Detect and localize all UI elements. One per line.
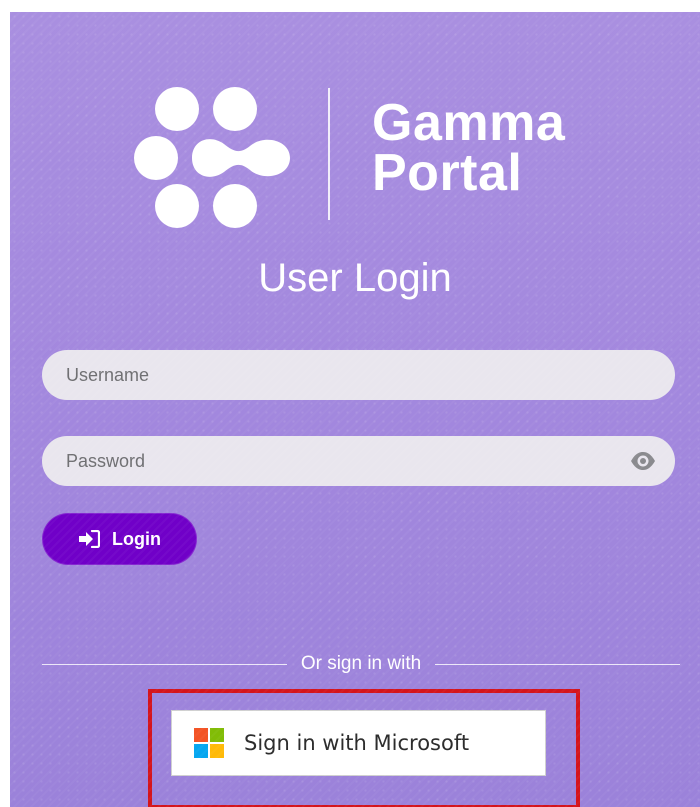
microsoft-button-label: Sign in with Microsoft bbox=[244, 731, 470, 755]
eye-icon[interactable] bbox=[629, 449, 657, 473]
brand-name: Gamma Portal bbox=[372, 94, 566, 202]
logo-divider bbox=[328, 88, 330, 220]
username-input[interactable] bbox=[64, 363, 615, 387]
sign-in-divider: Or sign in with bbox=[42, 653, 680, 675]
page-title: User Login bbox=[258, 256, 452, 300]
divider-text: Or sign in with bbox=[300, 653, 422, 674]
sign-in-icon bbox=[79, 530, 100, 548]
password-field-wrapper bbox=[42, 436, 675, 486]
microsoft-logo-icon bbox=[194, 728, 224, 758]
login-page: Gamma Portal User Login Login Or sign in… bbox=[10, 12, 700, 807]
password-input[interactable] bbox=[64, 449, 615, 473]
gamma-portal-logo: Gamma Portal bbox=[132, 82, 602, 232]
username-field-wrapper bbox=[42, 350, 675, 400]
divider-line-right bbox=[435, 663, 680, 665]
brand-name-line2: Portal bbox=[372, 144, 523, 202]
gamma-dots-logo-icon bbox=[134, 87, 290, 228]
divider-line-left bbox=[42, 663, 287, 665]
login-button-label: Login bbox=[112, 528, 161, 549]
login-button[interactable]: Login bbox=[42, 513, 197, 565]
brand-name-line1: Gamma bbox=[372, 94, 566, 152]
sign-in-with-microsoft-button[interactable]: Sign in with Microsoft bbox=[171, 710, 546, 776]
